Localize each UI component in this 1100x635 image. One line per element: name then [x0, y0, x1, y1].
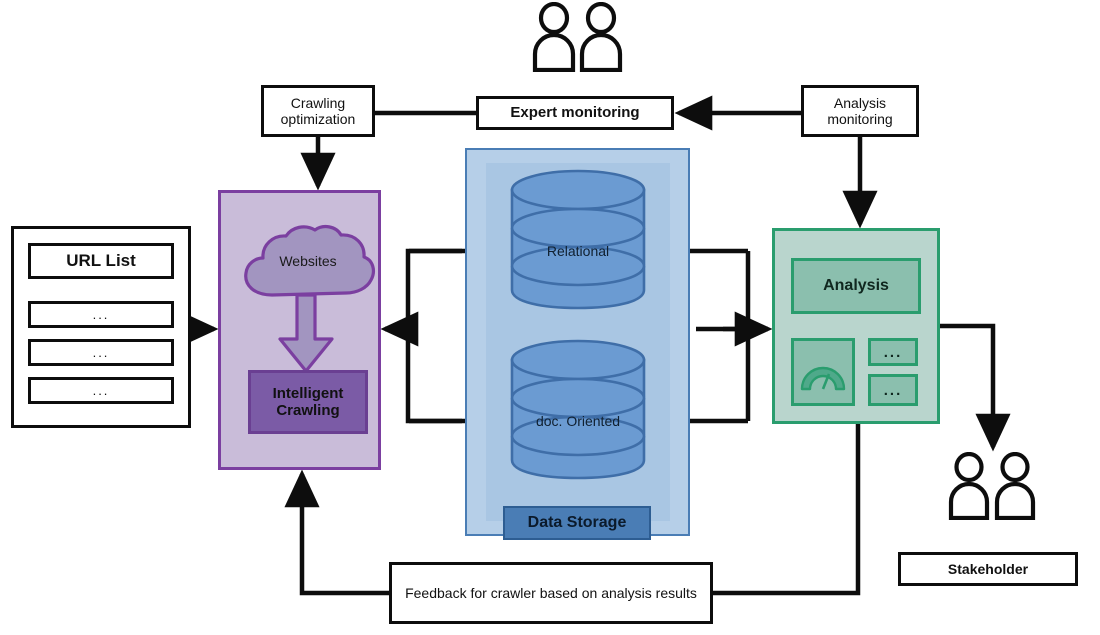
wire-left-bracket	[405, 248, 462, 424]
analysis-monitoring-line1: Analysis	[833, 94, 887, 111]
websites-label: Websites	[279, 253, 337, 269]
intelligent-crawling-box[interactable]: Intelligent Crawling	[248, 370, 368, 434]
url-list-item[interactable]: ...	[28, 339, 174, 366]
analysis-title-box[interactable]: Analysis	[791, 258, 921, 314]
analysis-monitoring-line2: monitoring	[827, 111, 893, 127]
stakeholder-box[interactable]: Stakeholder	[898, 552, 1078, 586]
wire-analysis-to-feedback	[713, 424, 861, 596]
analysis-tile[interactable]: ...	[868, 374, 918, 406]
analysis-monitoring-box[interactable]: Analysis monitoring	[801, 85, 919, 137]
crawling-optimization-line2: optimization	[280, 111, 356, 127]
two-people-icon	[532, 2, 623, 72]
url-list-header: URL List	[28, 243, 174, 279]
intelligent-crawling-label-line2: Crawling	[276, 402, 340, 419]
data-storage-label: Data Storage	[503, 506, 651, 540]
analysis-gauge-tile[interactable]	[791, 338, 855, 406]
url-list-panel: URL List ... ... ...	[11, 226, 191, 428]
two-people-icon	[948, 452, 1036, 520]
wire-feedback-to-crawl	[284, 469, 389, 596]
gauge-icon	[800, 366, 846, 391]
crawling-optimization-box[interactable]: Crawling optimization	[261, 85, 375, 137]
crawling-optimization-line1: Crawling	[290, 94, 346, 111]
url-list-item[interactable]: ...	[28, 377, 174, 404]
feedback-box[interactable]: Feedback for crawler based on analysis r…	[389, 562, 713, 624]
architecture-diagram: URL List ... ... ... Websites Intelligen…	[0, 0, 1100, 635]
wire-analysis-to-stakeholder	[940, 323, 1011, 452]
analysis-tile[interactable]: ...	[868, 338, 918, 366]
database-doc-oriented-icon[interactable]	[509, 338, 647, 481]
database-relational-label: Relational	[546, 243, 610, 259]
url-list-item[interactable]: ...	[28, 301, 174, 328]
expert-monitoring-box[interactable]: Expert monitoring	[476, 96, 674, 130]
cloud-to-crawling-arrow-icon	[278, 295, 334, 373]
database-doc-oriented-label: doc. Oriented	[535, 413, 621, 429]
database-relational-icon[interactable]	[509, 168, 647, 311]
intelligent-crawling-label-line1: Intelligent	[272, 384, 344, 402]
